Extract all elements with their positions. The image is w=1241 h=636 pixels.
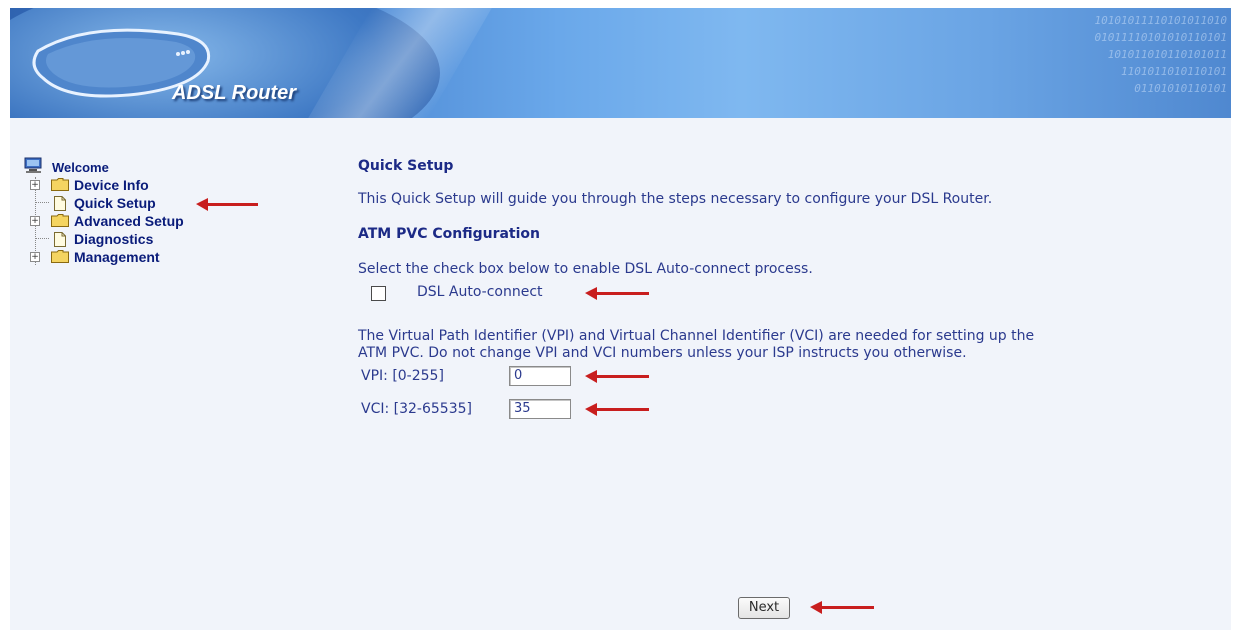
- next-button[interactable]: Next: [738, 597, 790, 619]
- vpi-input[interactable]: 0: [509, 366, 571, 386]
- dsl-auto-connect-checkbox[interactable]: [371, 286, 386, 301]
- sidebar-item-device-info[interactable]: + Device Info: [26, 176, 226, 194]
- sidebar-item-welcome[interactable]: Welcome: [24, 157, 226, 175]
- annotation-arrow: [810, 601, 874, 614]
- section-title: ATM PVC Configuration: [358, 226, 540, 242]
- sidebar-item-advanced-setup[interactable]: + Advanced Setup: [26, 212, 226, 230]
- page-title: Quick Setup: [358, 158, 454, 174]
- header-banner: 10101011110101011010 0101111010101011010…: [10, 8, 1231, 118]
- sidebar-item-diagnostics[interactable]: Diagnostics: [26, 230, 226, 248]
- vpi-vci-info-line1: The Virtual Path Identifier (VPI) and Vi…: [358, 328, 1035, 344]
- vpi-vci-info-line2: ATM PVC. Do not change VPI and VCI numbe…: [358, 345, 967, 361]
- vpi-label: VPI: [0-255]: [361, 368, 444, 384]
- document-icon: [54, 196, 66, 211]
- sidebar-item-label: Device Info: [74, 177, 149, 193]
- annotation-arrow: [585, 287, 649, 300]
- dsl-auto-connect-label: DSL Auto-connect: [417, 284, 543, 300]
- intro-text: This Quick Setup will guide you through …: [358, 191, 993, 207]
- sidebar-item-label: Quick Setup: [74, 195, 156, 211]
- expand-icon[interactable]: +: [30, 180, 40, 190]
- auto-connect-instruction: Select the check box below to enable DSL…: [358, 261, 813, 277]
- folder-icon: [51, 250, 69, 263]
- annotation-arrow: [585, 370, 649, 383]
- folder-icon: [51, 214, 69, 227]
- sidebar-item-label: Welcome: [52, 160, 109, 175]
- annotation-arrow: [196, 198, 258, 211]
- sidebar-item-label: Management: [74, 249, 160, 265]
- sidebar-item-label: Diagnostics: [74, 231, 154, 247]
- expand-icon[interactable]: +: [30, 216, 40, 226]
- computer-icon: [24, 157, 42, 173]
- document-icon: [54, 232, 66, 247]
- sidebar-item-management[interactable]: + Management: [26, 248, 226, 266]
- binary-pattern: 10101011110101011010 0101111010101011010…: [1094, 14, 1227, 95]
- annotation-arrow: [585, 403, 649, 416]
- vci-input[interactable]: 35: [509, 399, 571, 419]
- folder-icon: [51, 178, 69, 191]
- logo-text: ADSL Router: [172, 82, 297, 104]
- vci-label: VCI: [32-65535]: [361, 401, 472, 417]
- expand-icon[interactable]: +: [30, 252, 40, 262]
- sidebar-item-label: Advanced Setup: [74, 213, 184, 229]
